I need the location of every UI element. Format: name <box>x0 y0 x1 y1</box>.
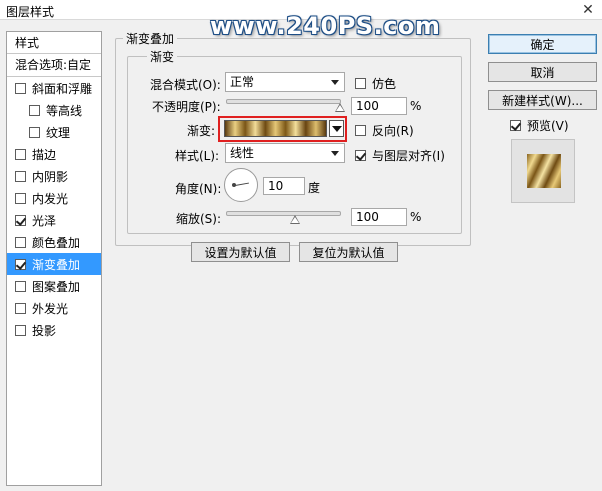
opacity-label: 不透明度(P): <box>152 100 221 114</box>
checkbox-icon[interactable] <box>15 192 26 204</box>
chevron-down-icon <box>331 151 339 156</box>
blend-options-item[interactable]: 混合选项:自定 <box>7 54 101 77</box>
gradient-dropdown-button[interactable] <box>329 120 344 137</box>
sidebar-item[interactable]: 描边 <box>7 143 101 165</box>
ok-button[interactable]: 确定 <box>488 34 597 54</box>
styles-sidebar: 样式 混合选项:自定 斜面和浮雕等高线纹理描边内阴影内发光光泽颜色叠加渐变叠加图… <box>6 31 102 486</box>
opacity-slider-track[interactable] <box>226 99 341 104</box>
sidebar-item[interactable]: 外发光 <box>7 297 101 319</box>
preview-label: 预览(V) <box>527 119 569 133</box>
opacity-slider-thumb[interactable] <box>335 103 345 112</box>
close-icon[interactable]: ✕ <box>578 1 598 18</box>
sidebar-item-label: 等高线 <box>46 103 83 118</box>
sidebar-item-label: 描边 <box>32 147 57 162</box>
dither-label: 仿色 <box>372 77 397 91</box>
sidebar-item-label: 外发光 <box>32 301 69 316</box>
group-title: 渐变叠加 <box>123 30 178 47</box>
align-with-layer-label: 与图层对齐(I) <box>372 149 445 163</box>
dither-checkbox[interactable]: 仿色 <box>355 75 396 92</box>
reset-default-button[interactable]: 复位为默认值 <box>299 242 398 262</box>
sidebar-item[interactable]: 投影 <box>7 319 101 341</box>
subgroup-title: 渐变 <box>147 48 178 65</box>
opacity-input[interactable]: 100 <box>351 97 407 115</box>
checkbox-icon[interactable] <box>15 214 26 226</box>
watermark-text: www.240PS.com <box>210 12 441 40</box>
scale-unit: % <box>410 210 422 224</box>
dither-check-icon <box>355 78 366 89</box>
blend-mode-value: 正常 <box>230 75 255 89</box>
checkbox-icon[interactable] <box>15 302 26 314</box>
checkbox-icon[interactable] <box>15 280 26 292</box>
angle-input[interactable]: 10 <box>263 177 305 195</box>
scale-slider-thumb[interactable] <box>290 215 300 224</box>
sidebar-item[interactable]: 内阴影 <box>7 165 101 187</box>
checkbox-icon[interactable] <box>29 126 40 138</box>
new-style-button[interactable]: 新建样式(W)... <box>488 90 597 110</box>
sidebar-item[interactable]: 颜色叠加 <box>7 231 101 253</box>
angle-label: 角度(N): <box>175 182 222 196</box>
scale-label: 缩放(S): <box>176 212 222 226</box>
opacity-unit: % <box>410 99 422 113</box>
scale-slider-track[interactable] <box>226 211 341 216</box>
style-label: 样式(L): <box>175 149 220 163</box>
style-value: 线性 <box>230 146 255 160</box>
align-check-icon <box>355 150 366 161</box>
styles-header[interactable]: 样式 <box>7 32 101 54</box>
reverse-check-icon <box>355 125 366 136</box>
reverse-checkbox[interactable]: 反向(R) <box>355 122 414 139</box>
preview-swatch <box>527 154 561 188</box>
sidebar-item[interactable]: 纹理 <box>7 121 101 143</box>
checkbox-icon[interactable] <box>29 104 40 116</box>
angle-dial-icon[interactable] <box>224 168 258 202</box>
reverse-label: 反向(R) <box>372 124 414 138</box>
checkbox-icon[interactable] <box>15 82 26 94</box>
sidebar-item-label: 颜色叠加 <box>32 235 81 250</box>
style-select[interactable]: 线性 <box>225 143 345 163</box>
preview-checkbox[interactable]: 预览(V) <box>510 117 569 134</box>
preview-check-icon <box>510 120 521 131</box>
sidebar-item-label: 投影 <box>32 323 57 338</box>
sidebar-item-label: 纹理 <box>46 125 71 140</box>
sidebar-item[interactable]: 斜面和浮雕 <box>7 77 101 99</box>
sidebar-item[interactable]: 内发光 <box>7 187 101 209</box>
blend-mode-select[interactable]: 正常 <box>225 72 345 92</box>
checkbox-icon[interactable] <box>15 258 26 270</box>
sidebar-item-label: 光泽 <box>32 213 57 228</box>
checkbox-icon[interactable] <box>15 148 26 160</box>
blend-mode-label: 混合模式(O): <box>150 78 221 92</box>
sidebar-item-label: 内阴影 <box>32 169 69 184</box>
sidebar-item-label: 斜面和浮雕 <box>32 81 93 96</box>
align-with-layer-checkbox[interactable]: 与图层对齐(I) <box>355 147 445 164</box>
chevron-down-icon <box>332 126 342 132</box>
scale-input[interactable]: 100 <box>351 208 407 226</box>
make-default-button[interactable]: 设置为默认值 <box>191 242 290 262</box>
checkbox-icon[interactable] <box>15 170 26 182</box>
cancel-button[interactable]: 取消 <box>488 62 597 82</box>
effects-list: 斜面和浮雕等高线纹理描边内阴影内发光光泽颜色叠加渐变叠加图案叠加外发光投影 <box>7 77 101 341</box>
sidebar-item[interactable]: 渐变叠加 <box>7 253 101 275</box>
gradient-picker-swatch[interactable] <box>224 120 327 137</box>
sidebar-item[interactable]: 等高线 <box>7 99 101 121</box>
gradient-label: 渐变: <box>187 124 216 138</box>
dial-needle <box>235 182 249 186</box>
checkbox-icon[interactable] <box>15 324 26 336</box>
window-title: 图层样式 <box>6 5 55 19</box>
chevron-down-icon <box>331 80 339 85</box>
sidebar-item[interactable]: 图案叠加 <box>7 275 101 297</box>
style-preview <box>511 139 575 203</box>
sidebar-item[interactable]: 光泽 <box>7 209 101 231</box>
checkbox-icon[interactable] <box>15 236 26 248</box>
angle-unit: 度 <box>308 181 321 195</box>
sidebar-item-label: 内发光 <box>32 191 69 206</box>
sidebar-item-label: 图案叠加 <box>32 279 81 294</box>
sidebar-item-label: 渐变叠加 <box>32 257 81 272</box>
